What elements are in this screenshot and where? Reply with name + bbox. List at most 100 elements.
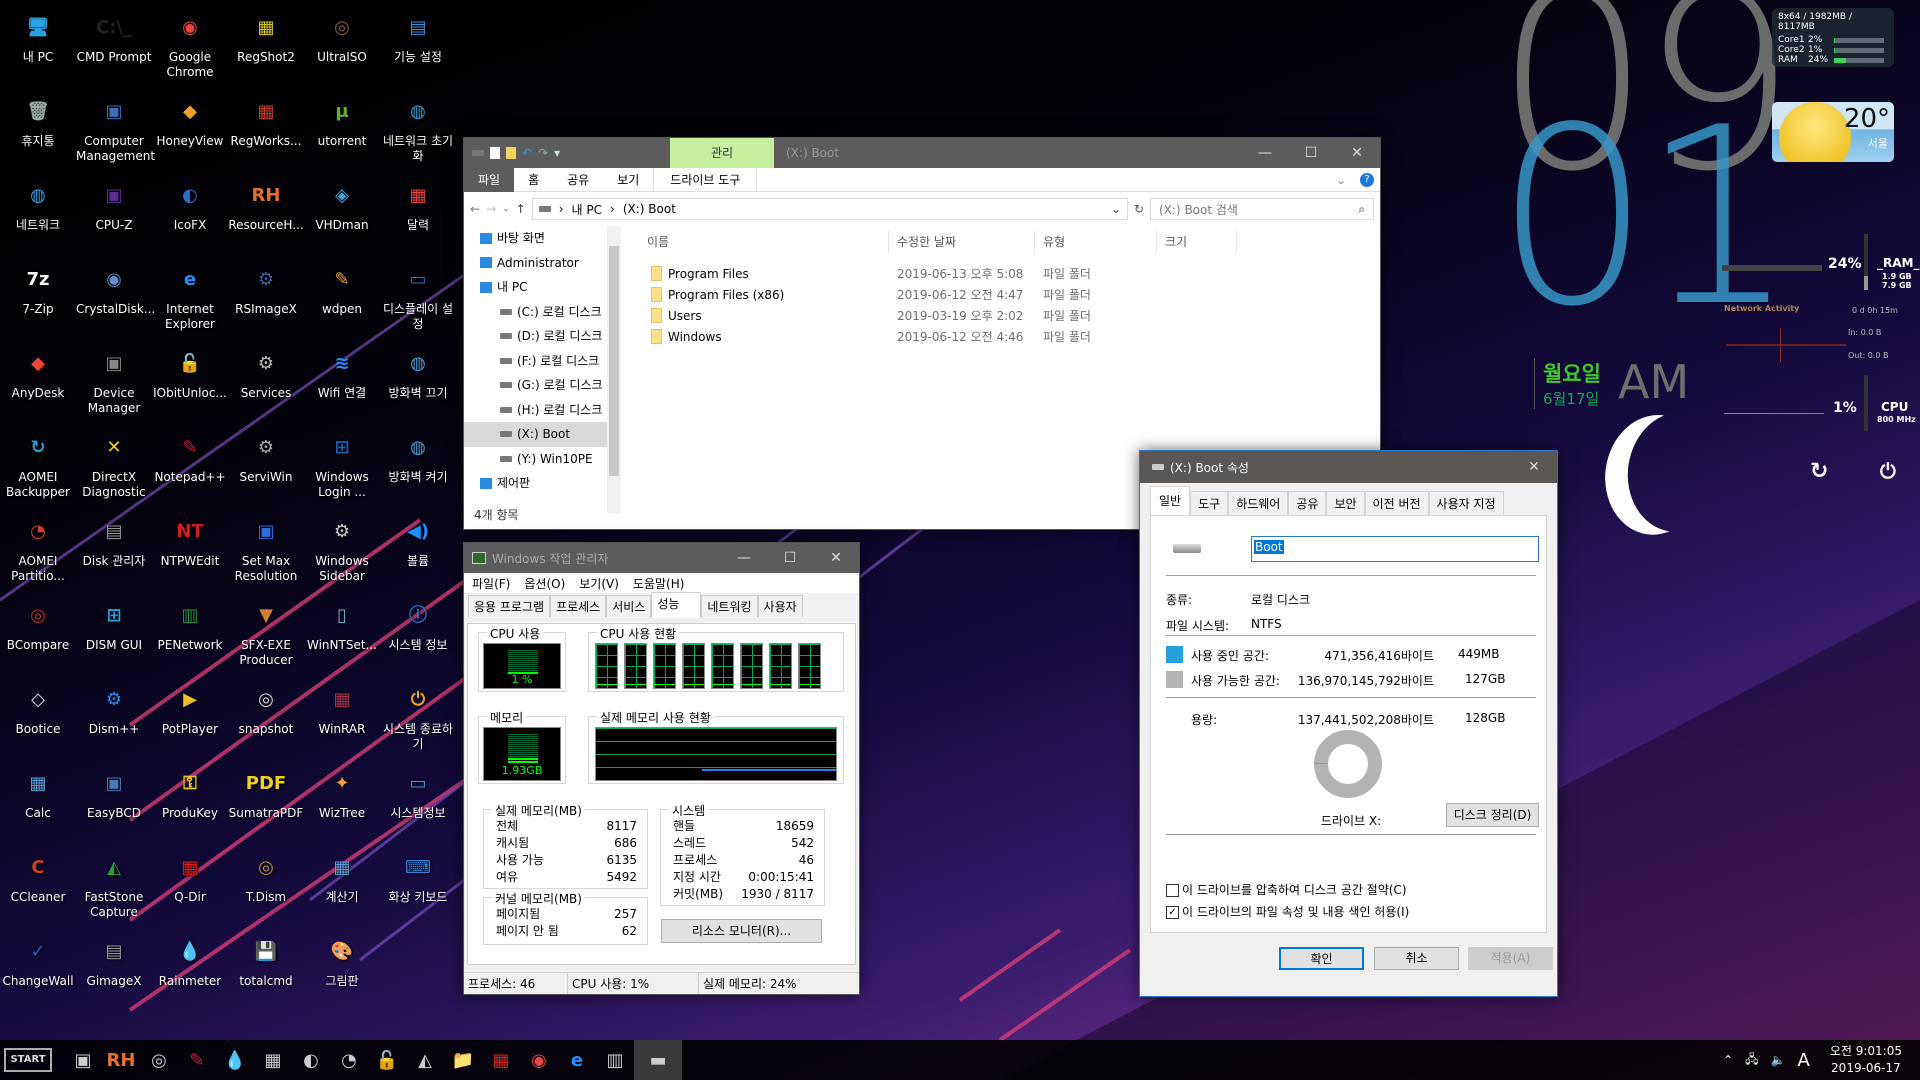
taskbar-app-task-manager[interactable]: ▥ — [596, 1040, 634, 1080]
nav-item[interactable]: (C:) 로컬 디스크 — [464, 300, 614, 325]
breadcrumb-boot[interactable]: (X:) Boot — [623, 202, 676, 216]
search-input[interactable]: (X:) Boot 검색 ⌕ — [1150, 198, 1374, 220]
properties-tab[interactable]: 보안 — [1326, 491, 1365, 515]
taskbar-app-resourcehacker[interactable]: RH — [102, 1040, 140, 1080]
close-button[interactable]: ✕ — [1511, 452, 1557, 482]
restart-icon[interactable]: ↻ — [1810, 459, 1828, 484]
menu-item[interactable]: 파일(F) — [472, 575, 510, 592]
column-name[interactable]: 이름 — [639, 231, 889, 253]
quick-access-toolbar[interactable]: ↶ ↷ ▾ — [464, 146, 560, 160]
desktop-icon[interactable]: ◎ T.Dism — [228, 844, 304, 905]
column-date[interactable]: 수정한 날짜 — [889, 231, 1035, 253]
desktop-icon[interactable]: ✓ ChangeWall — [0, 928, 76, 989]
desktop-icon[interactable]: PDF SumatraPDF — [228, 760, 304, 821]
cancel-button[interactable]: 취소 — [1374, 947, 1459, 970]
desktop-icon[interactable]: ▦ 달력 — [380, 172, 456, 233]
desktop-icon[interactable]: ⚙ ServiWin — [228, 424, 304, 485]
back-button[interactable]: ← — [470, 202, 480, 216]
desktop-icon[interactable]: µ utorrent — [304, 88, 380, 149]
desktop-icon[interactable]: ◍ 방화벽 켜기 — [380, 424, 456, 485]
properties-tab[interactable]: 하드웨어 — [1228, 491, 1289, 515]
desktop-icon[interactable]: ▭ 시스템정보 — [380, 760, 456, 821]
network-icon[interactable]: 🖧 — [1745, 1050, 1758, 1071]
ribbon-tab-drive-tools[interactable]: 드라이브 도구 — [653, 167, 758, 192]
close-button[interactable]: ✕ — [813, 543, 859, 573]
tray-overflow-icon[interactable]: ⌃ — [1723, 1053, 1733, 1067]
ime-indicator[interactable]: A — [1798, 1050, 1810, 1071]
ribbon-tab-view[interactable]: 보기 — [603, 168, 653, 192]
properties-tab[interactable]: 일반 — [1150, 486, 1191, 516]
desktop-icon[interactable]: ✎ Notepad++ — [152, 424, 228, 485]
redo-icon[interactable]: ↷ — [538, 146, 548, 160]
desktop-icon[interactable]: NT NTPWEdit — [152, 508, 228, 569]
index-checkbox[interactable]: ✓ — [1166, 906, 1179, 919]
nav-item[interactable]: 내 PC — [464, 275, 614, 300]
volume-name-input[interactable]: Boot — [1251, 536, 1539, 562]
desktop-icon[interactable]: ▣ Set Max Resolution — [228, 508, 304, 584]
desktop-icon[interactable]: ⚙ Services — [228, 340, 304, 401]
breadcrumb-my-pc[interactable]: 내 PC — [572, 201, 602, 218]
forward-button[interactable]: → — [486, 202, 496, 216]
desktop-icon[interactable]: ▼ SFX-EXE Producer — [228, 592, 304, 668]
desktop-icon[interactable]: ▥ PENetwork — [152, 592, 228, 653]
desktop-icon[interactable]: ◔ AOMEI Partitio... — [0, 508, 76, 584]
desktop-icon[interactable]: ▦ WinRAR — [304, 676, 380, 737]
up-button[interactable]: ↑ — [516, 202, 526, 216]
maximize-button[interactable]: ☐ — [767, 543, 813, 573]
desktop-icon[interactable]: C CCleaner — [0, 844, 76, 905]
ribbon-tab-share[interactable]: 공유 — [553, 168, 603, 192]
desktop-icon[interactable]: ◇ Bootice — [0, 676, 76, 737]
properties-tab[interactable]: 이전 버전 — [1364, 491, 1429, 515]
desktop-icon[interactable]: ▦ Calc — [0, 760, 76, 821]
desktop-icon[interactable]: 🖥 내 PC — [0, 4, 76, 65]
file-row[interactable]: Program Files (x86) 2019-06-12 오전 4:47 파일 … — [639, 284, 1380, 305]
desktop-icon[interactable]: 🔓 IObitUnloc... — [152, 340, 228, 401]
minimize-button[interactable]: — — [1242, 138, 1288, 168]
desktop-icon[interactable]: 💧 Rainmeter — [152, 928, 228, 989]
nav-item[interactable]: Administrator — [464, 251, 614, 276]
address-bar[interactable]: › 내 PC › (X:) Boot ⌄ — [531, 198, 1128, 220]
desktop-icon[interactable]: ✎ wdpen — [304, 256, 380, 317]
taskbar-app-q-dir[interactable]: ▦ — [482, 1040, 520, 1080]
taskbar-app-internet-explorer[interactable]: e — [558, 1040, 596, 1080]
taskbar-app-computer-management[interactable]: ▣ — [64, 1040, 102, 1080]
desktop-icon[interactable]: ◈ VHDman — [304, 172, 380, 233]
desktop-icon[interactable]: ▣ Computer Management — [76, 88, 155, 164]
ribbon-tab-home[interactable]: 홈 — [514, 168, 553, 192]
desktop-icon[interactable]: ◭ FastStone Capture — [76, 844, 152, 920]
desktop-icon[interactable]: ◍ 방화벽 끄기 — [380, 340, 456, 401]
desktop-icon[interactable]: ⚙ RSImageX — [228, 256, 304, 317]
taskbar-app-file-explorer[interactable]: 📁 — [444, 1040, 482, 1080]
desktop-icon[interactable]: ⌨ 화상 키보드 — [380, 844, 456, 905]
menu-item[interactable]: 도움말(H) — [633, 575, 685, 592]
compress-checkbox[interactable] — [1166, 884, 1179, 897]
minimize-button[interactable]: — — [721, 543, 767, 573]
index-checkbox-row[interactable]: ✓ 이 드라이브의 파일 속성 및 내용 색인 허용(I) — [1166, 903, 1409, 920]
shutdown-icon[interactable]: ⏻ — [1880, 459, 1896, 483]
ribbon-tab-file[interactable]: 파일 — [464, 167, 515, 192]
nav-item[interactable]: (X:) Boot — [464, 422, 614, 447]
nav-item[interactable]: (H:) 로컬 디스크 — [464, 398, 614, 423]
customize-dropdown-icon[interactable]: ▾ — [554, 146, 560, 160]
new-folder-icon[interactable] — [506, 147, 516, 159]
desktop-icon[interactable]: ◉ Google Chrome — [152, 4, 228, 80]
file-row[interactable]: Windows 2019-06-12 오전 4:46 파일 폴더 — [639, 326, 1380, 347]
desktop-icon[interactable]: ⚙ Dism++ — [76, 676, 152, 737]
desktop-icon[interactable]: ▦ RegShot2 — [228, 4, 304, 65]
properties-tab[interactable]: 사용자 지정 — [1428, 491, 1504, 515]
tab[interactable]: 프로세스 — [550, 595, 607, 617]
nav-item[interactable]: 제어판 — [464, 471, 614, 496]
desktop-icon[interactable]: ✦ WizTree — [304, 760, 380, 821]
desktop-icon[interactable]: 💾 totalcmd — [228, 928, 304, 989]
desktop-icon[interactable]: ▤ GimageX — [76, 928, 152, 989]
desktop-icon[interactable]: ▶ PotPlayer — [152, 676, 228, 737]
desktop-icon[interactable]: ▣ EasyBCD — [76, 760, 152, 821]
desktop-icon[interactable]: ⊞ DISM GUI — [76, 592, 152, 653]
address-dropdown-icon[interactable]: ⌄ — [1111, 202, 1121, 216]
maximize-button[interactable]: ☐ — [1288, 138, 1334, 168]
nav-item[interactable]: (G:) 로컬 디스크 — [464, 373, 614, 398]
taskbar-app-icofx[interactable]: ◐ — [292, 1040, 330, 1080]
desktop-icon[interactable]: ⚙ Windows Sidebar — [304, 508, 380, 584]
start-button[interactable]: START — [4, 1048, 52, 1072]
desktop-icon[interactable]: 🎨 그림판 — [304, 928, 380, 989]
